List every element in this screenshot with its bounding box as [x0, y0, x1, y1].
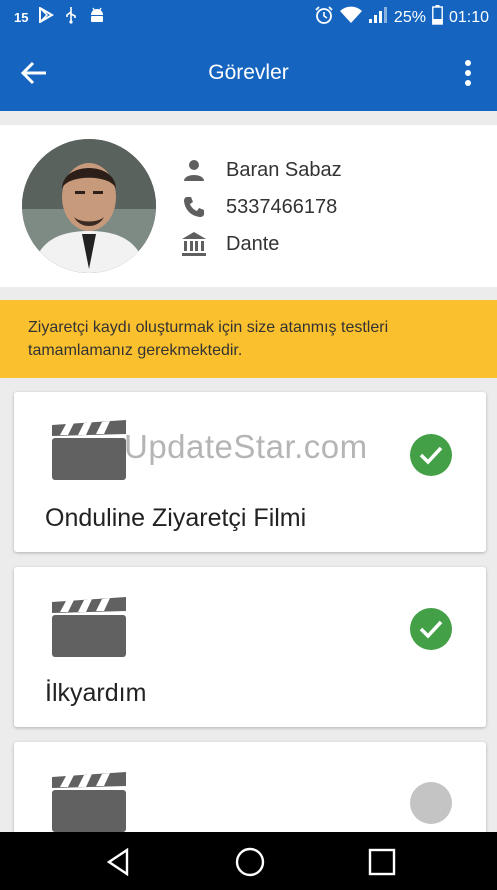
- clapperboard-icon: [52, 772, 126, 832]
- clapperboard-icon: [52, 420, 126, 480]
- back-nav-icon[interactable]: [100, 844, 136, 880]
- usb-icon: [64, 6, 78, 29]
- app-bar: Görevler: [0, 35, 497, 111]
- clapperboard-icon: [52, 597, 126, 657]
- profile-name: Baran Sabaz: [226, 158, 342, 181]
- wifi-icon: [339, 6, 362, 29]
- battery-icon: [432, 5, 443, 30]
- person-icon: [180, 156, 208, 184]
- bank-icon: [180, 230, 208, 258]
- completed-check-icon: [410, 434, 452, 476]
- warning-banner: Ziyaretçi kaydı oluşturmak için size ata…: [0, 300, 497, 378]
- notification-count: 15: [14, 10, 29, 25]
- completed-check-icon: [410, 608, 452, 650]
- signal-icon: [368, 6, 388, 29]
- system-nav-bar: [0, 832, 497, 890]
- profile-name-row: Baran Sabaz: [180, 155, 342, 185]
- home-nav-icon[interactable]: [232, 844, 268, 880]
- profile-company-row: Dante: [180, 229, 279, 259]
- alarm-icon: [314, 5, 334, 30]
- recents-nav-icon[interactable]: [364, 844, 400, 880]
- task-card[interactable]: [14, 742, 486, 842]
- profile-phone-row: 5337466178: [180, 192, 337, 222]
- battery-percent: 25%: [393, 8, 426, 26]
- more-vert-icon[interactable]: [453, 55, 483, 91]
- play-store-icon: [38, 6, 55, 28]
- android-debug-icon: [88, 7, 106, 28]
- task-card[interactable]: İlkyardım: [14, 567, 486, 727]
- page-title: Görevler: [208, 61, 289, 84]
- profile-company: Dante: [226, 232, 280, 255]
- task-card[interactable]: Onduline Ziyaretçi Filmi: [14, 392, 486, 552]
- pending-status-icon: [410, 782, 452, 824]
- status-bar: 15 25% 01:10: [0, 0, 497, 35]
- task-title: Onduline Ziyaretçi Filmi: [45, 504, 307, 532]
- phone-icon: [180, 193, 208, 221]
- status-time: 01:10: [448, 8, 489, 26]
- profile-phone: 5337466178: [226, 195, 338, 218]
- profile-card: Baran Sabaz 5337466178 Dante: [0, 125, 497, 287]
- avatar: [22, 139, 156, 273]
- task-title: İlkyardım: [45, 679, 147, 707]
